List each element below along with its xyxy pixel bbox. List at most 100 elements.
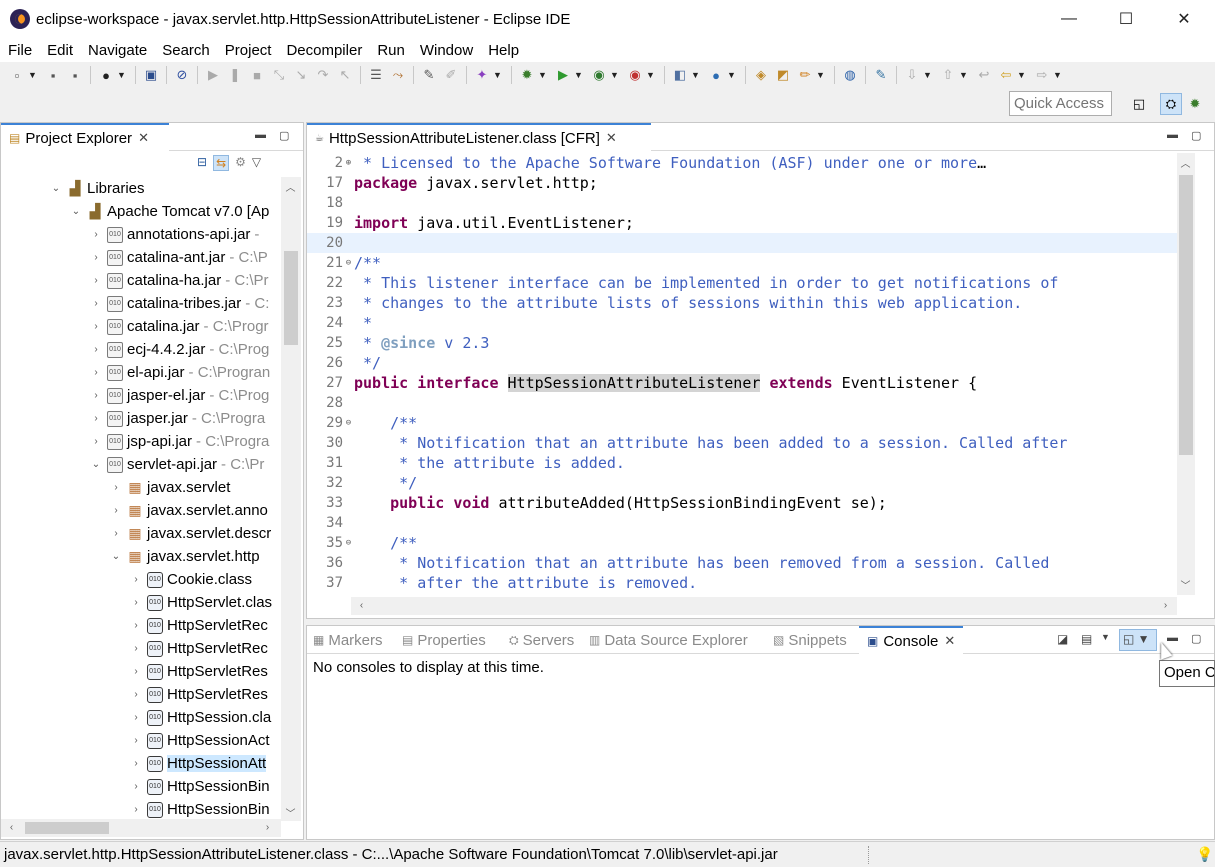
coverage-dropdown-icon[interactable]: ▼ <box>610 70 620 80</box>
minimize-button[interactable]: — <box>1040 0 1098 38</box>
code-line[interactable]: 30 * Notification that an attribute has … <box>307 433 1177 453</box>
scroll-up-icon[interactable]: ︿ <box>282 179 299 194</box>
chevron-down-icon[interactable]: ⌄ <box>89 459 103 470</box>
maximize-view-icon[interactable]: ▢ <box>1191 129 1201 142</box>
forward-icon[interactable]: ⇨ <box>1033 66 1051 84</box>
collapse-all-icon[interactable]: ⊟ <box>197 155 207 171</box>
tree-item[interactable]: › 010 HttpServletRec <box>1 637 281 660</box>
chevron-right-icon[interactable]: › <box>129 689 143 700</box>
quick-access-input[interactable] <box>1009 91 1112 116</box>
code-line[interactable]: 35 ⊖ /** <box>307 533 1177 553</box>
code-line[interactable]: 19 import java.util.EventListener; <box>307 213 1177 233</box>
code-line[interactable]: 36 * Notification that an attribute has … <box>307 553 1177 573</box>
editor-vertical-scrollbar[interactable]: ︿ ﹀ <box>1177 153 1195 595</box>
last-edit-location-icon[interactable]: ↩ <box>975 66 993 84</box>
chevron-down-icon[interactable]: ⌄ <box>69 206 83 217</box>
scroll-down-icon[interactable]: ﹀ <box>1177 577 1194 592</box>
save-all-icon[interactable]: ▪ <box>66 66 84 84</box>
chevron-right-icon[interactable]: › <box>89 298 103 309</box>
code-line[interactable]: 37 * after the attribute is removed. <box>307 573 1177 593</box>
tree-item[interactable]: ⌄ ▟ Libraries <box>1 177 281 200</box>
tree-item[interactable]: › 010 HttpServletRes <box>1 683 281 706</box>
close-icon[interactable]: ✕ <box>138 130 149 146</box>
tree-item[interactable]: › ▦ javax.servlet.anno <box>1 499 281 522</box>
tab-project-explorer[interactable]: ▤ Project Explorer ✕ <box>1 123 169 151</box>
chevron-down-icon[interactable]: ⌄ <box>49 183 63 194</box>
external-tools-icon[interactable]: ◉ <box>626 66 644 84</box>
previous-edit-dropdown-icon[interactable]: ▼ <box>959 70 969 80</box>
terminate-icon[interactable]: ■ <box>248 66 266 84</box>
view-menu-icon[interactable]: ▽ <box>252 155 261 171</box>
display-console-icon[interactable]: ▤ <box>1081 632 1092 646</box>
chevron-right-icon[interactable]: › <box>129 643 143 654</box>
coverage-icon[interactable]: ◉ <box>590 66 608 84</box>
back-dropdown-icon[interactable]: ▼ <box>1017 70 1027 80</box>
search-dropdown-icon[interactable]: ▼ <box>816 70 826 80</box>
chevron-right-icon[interactable]: › <box>129 781 143 792</box>
tree-item[interactable]: › 010 HttpSessionBin <box>1 775 281 798</box>
new-icon[interactable]: ▫ <box>8 66 26 84</box>
minimize-view-icon[interactable]: ▬ <box>1167 129 1178 141</box>
code-line[interactable]: 22 * This listener interface can be impl… <box>307 273 1177 293</box>
code-line[interactable]: 25 * @since v 2.3 <box>307 333 1177 353</box>
scroll-right-icon[interactable]: › <box>1157 600 1174 611</box>
code-line[interactable]: 23 * changes to the attribute lists of s… <box>307 293 1177 313</box>
code-line[interactable]: 21 ⊖/** <box>307 253 1177 273</box>
code-line[interactable]: 29 ⊖ /** <box>307 413 1177 433</box>
chevron-right-icon[interactable]: › <box>129 758 143 769</box>
chevron-right-icon[interactable]: › <box>129 574 143 585</box>
back-icon[interactable]: ⇦ <box>997 66 1015 84</box>
open-task-icon[interactable]: ◩ <box>774 66 792 84</box>
display-console-dropdown-icon[interactable]: ▼ <box>1101 632 1110 642</box>
tab-markers[interactable]: ▦ Markers <box>313 626 383 654</box>
terminal-icon[interactable]: ▣ <box>142 66 160 84</box>
tree-item[interactable]: › 010 jsp-api.jar - C:\Progra <box>1 430 281 453</box>
fold-toggle-icon[interactable]: ⊖ <box>343 538 354 548</box>
chevron-right-icon[interactable]: › <box>89 344 103 355</box>
code-line[interactable]: 33 public void attributeAdded(HttpSessio… <box>307 493 1177 513</box>
tab-console[interactable]: ▣ Console ✕ <box>859 626 964 654</box>
chevron-right-icon[interactable]: › <box>129 666 143 677</box>
tree-item[interactable]: ⌄ ▦ javax.servlet.http <box>1 545 281 568</box>
chevron-right-icon[interactable]: › <box>129 712 143 723</box>
perspective-dropdown-icon[interactable]: ▼ <box>117 70 127 80</box>
scroll-thumb[interactable] <box>25 822 109 834</box>
tree-item[interactable]: › 010 annotations-api.jar - <box>1 223 281 246</box>
scroll-down-icon[interactable]: ﹀ <box>282 805 299 820</box>
step-into-icon[interactable]: ↘ <box>292 66 310 84</box>
tree-item[interactable]: › 010 HttpServletRec <box>1 614 281 637</box>
search-tool-icon[interactable]: ✏ <box>796 66 814 84</box>
open-type-icon[interactable]: ◈ <box>752 66 770 84</box>
chevron-right-icon[interactable]: › <box>129 620 143 631</box>
next-edit-location-icon[interactable]: ⇩ <box>903 66 921 84</box>
menu-run[interactable]: Run <box>369 42 412 59</box>
save-icon[interactable]: ▪ <box>44 66 62 84</box>
tree-item[interactable]: › 010 HttpServletRes <box>1 660 281 683</box>
new-class-dropdown-icon[interactable]: ▼ <box>727 70 737 80</box>
step-over-icon[interactable]: ↷ <box>314 66 332 84</box>
new-server-dropdown-icon[interactable]: ▼ <box>691 70 701 80</box>
chevron-right-icon[interactable]: › <box>89 436 103 447</box>
chevron-right-icon[interactable]: › <box>129 735 143 746</box>
suspend-icon[interactable]: ❚ <box>226 66 244 84</box>
code-line[interactable]: 32 */ <box>307 473 1177 493</box>
external-tools-dropdown-icon[interactable]: ▼ <box>646 70 656 80</box>
chevron-right-icon[interactable]: › <box>89 321 103 332</box>
explorer-vertical-scrollbar[interactable]: ︿ ﹀ <box>281 177 301 821</box>
tree-item[interactable]: › 010 jasper-el.jar - C:\Prog <box>1 384 281 407</box>
chevron-down-icon[interactable]: ⌄ <box>109 551 123 562</box>
toggle-mark-occurrences-icon[interactable]: ✎ <box>420 66 438 84</box>
tree-item[interactable]: › 010 catalina-ha.jar - C:\Pr <box>1 269 281 292</box>
previous-edit-location-icon[interactable]: ⇧ <box>939 66 957 84</box>
chevron-right-icon[interactable]: › <box>89 252 103 263</box>
open-perspective-icon[interactable]: ◱ <box>1128 93 1150 115</box>
scroll-up-icon[interactable]: ︿ <box>1177 155 1194 170</box>
minimize-view-icon[interactable]: ▬ <box>1167 632 1178 644</box>
chevron-right-icon[interactable]: › <box>89 367 103 378</box>
debug-perspective-icon[interactable]: ● <box>97 66 115 84</box>
debug-dropdown-icon[interactable]: ▼ <box>538 70 548 80</box>
scroll-left-icon[interactable]: ‹ <box>3 822 20 833</box>
code-line[interactable]: 26 */ <box>307 353 1177 373</box>
chevron-right-icon[interactable]: › <box>89 390 103 401</box>
menu-file[interactable]: File <box>0 42 39 59</box>
